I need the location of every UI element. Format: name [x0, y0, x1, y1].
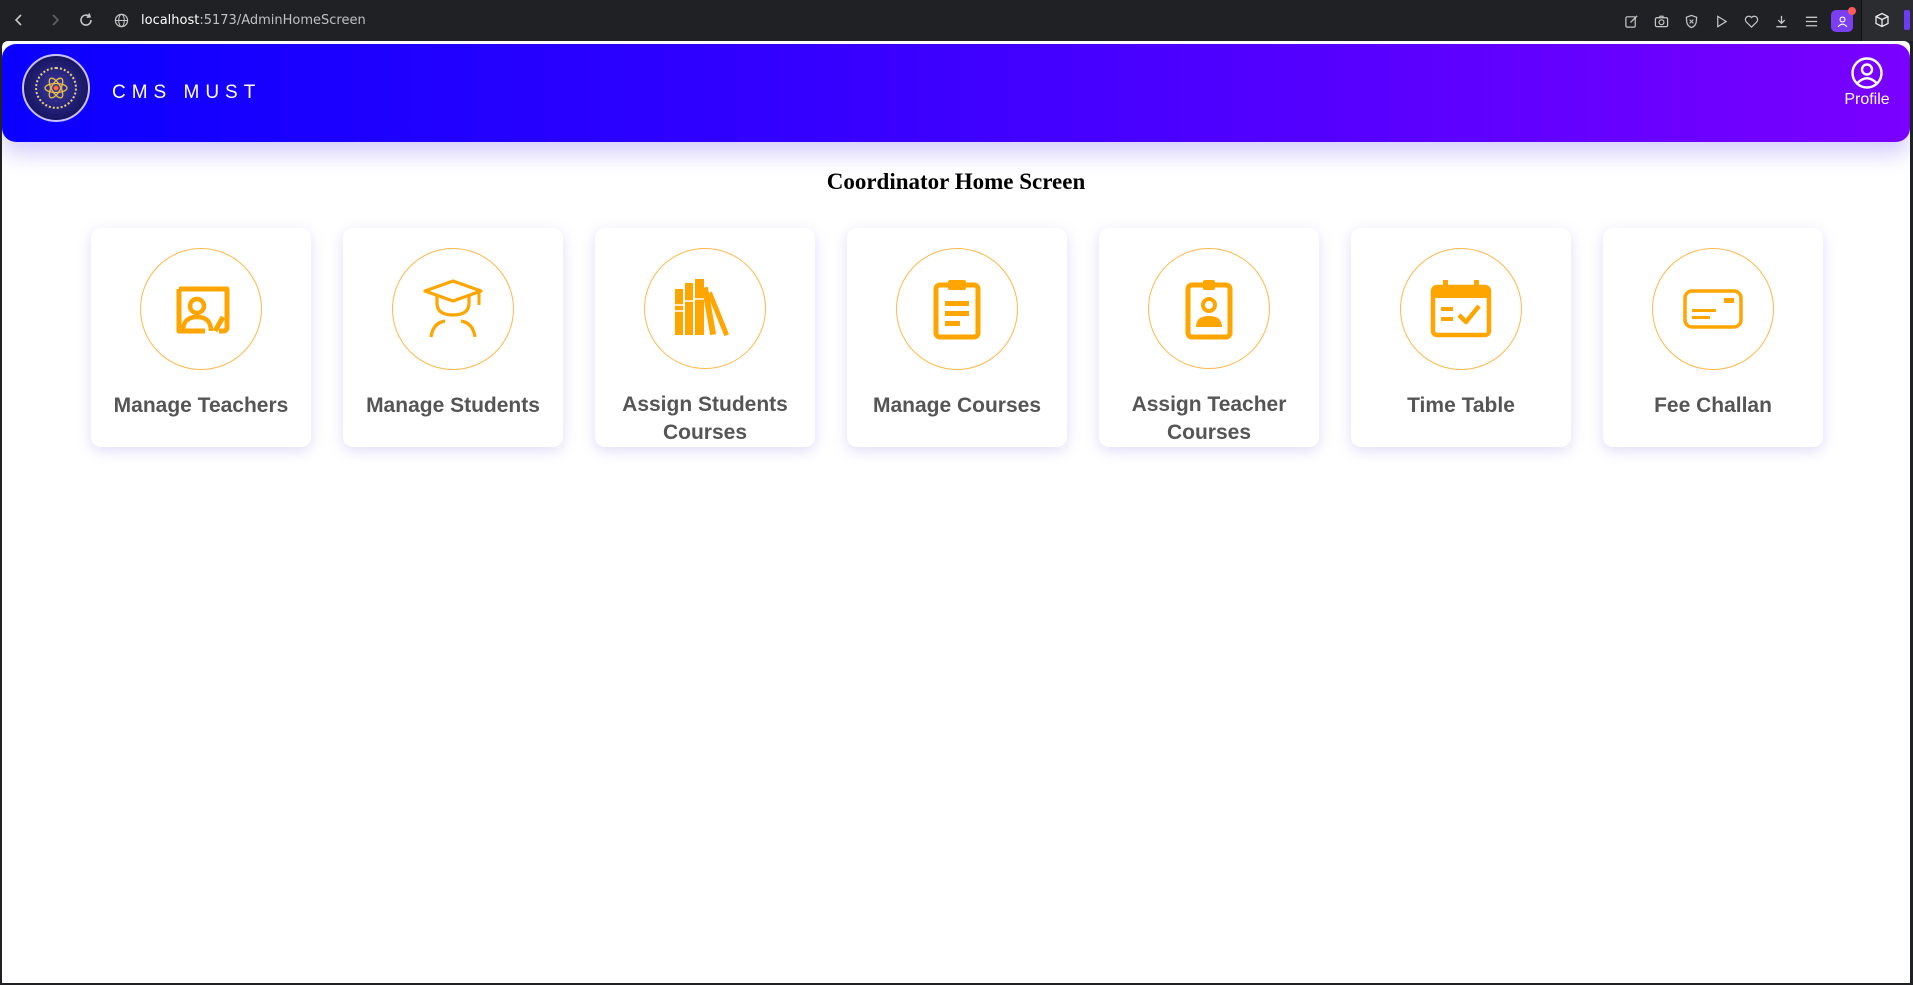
heart-icon[interactable] — [1741, 11, 1761, 31]
side-panel-indicator — [1904, 10, 1910, 30]
notification-dot — [1848, 7, 1856, 15]
student-icon — [423, 279, 483, 338]
profile-label: Profile — [1844, 91, 1890, 108]
card-label: Manage Courses — [872, 394, 1042, 417]
browser-profile-icon[interactable] — [1831, 7, 1856, 32]
dashboard-cards: Manage Teachers Manage Students Assign S… — [91, 228, 1823, 447]
address-bar[interactable]: localhost:5173/AdminHomeScreen — [114, 7, 366, 33]
books-icon — [675, 278, 730, 336]
calendar-check-icon — [1430, 280, 1492, 338]
reload-icon[interactable] — [75, 9, 97, 31]
assign-students-courses-card[interactable]: Assign Students Courses — [595, 228, 815, 447]
menu-lines-icon[interactable] — [1801, 11, 1821, 31]
edit-icon[interactable] — [1621, 11, 1641, 31]
browser-toolbar: localhost:5173/AdminHomeScreen — [0, 0, 1913, 41]
card-label: Manage Students — [366, 394, 540, 417]
icon-circle — [1148, 248, 1270, 369]
manage-students-card[interactable]: Manage Students — [343, 228, 563, 447]
app-header: CMS MUST Profile — [2, 44, 1910, 142]
icon-circle — [644, 248, 766, 369]
university-logo — [22, 54, 90, 122]
card-icon — [1683, 289, 1743, 329]
icon-circle — [896, 248, 1018, 370]
icon-circle — [140, 248, 262, 370]
forward-icon[interactable] — [44, 9, 66, 31]
clipboard-icon — [933, 280, 981, 340]
icon-circle — [1652, 248, 1774, 370]
camera-icon[interactable] — [1651, 11, 1671, 31]
url-host: localhost — [141, 12, 200, 28]
fee-challan-card[interactable]: Fee Challan — [1603, 228, 1823, 447]
back-icon[interactable] — [8, 9, 30, 31]
icon-circle — [1400, 248, 1522, 370]
play-icon[interactable] — [1711, 11, 1731, 31]
site-info-icon[interactable] — [114, 13, 129, 28]
card-label: Time Table — [1407, 394, 1515, 417]
page-viewport: CMS MUST Profile Coordinator Home Screen — [2, 41, 1910, 983]
download-icon[interactable] — [1771, 11, 1791, 31]
id-badge-icon — [1185, 279, 1233, 339]
manage-teachers-card[interactable]: Manage Teachers — [91, 228, 311, 447]
manage-courses-card[interactable]: Manage Courses — [847, 228, 1067, 447]
shield-icon[interactable] — [1681, 11, 1701, 31]
app-brand: CMS MUST — [112, 82, 262, 103]
user-circle-icon — [1851, 57, 1883, 89]
card-label: Assign Students Courses — [622, 393, 788, 444]
url-text: localhost:5173/AdminHomeScreen — [141, 13, 366, 28]
extensions-icon[interactable] — [1871, 9, 1893, 31]
extensions-area — [1861, 0, 1913, 41]
card-label: Fee Challan — [1654, 394, 1772, 417]
url-path: :5173/AdminHomeScreen — [199, 12, 366, 28]
icon-circle — [392, 248, 514, 370]
atom-emblem-icon — [35, 67, 77, 109]
card-label: Manage Teachers — [113, 394, 289, 417]
page-title: Coordinator Home Screen — [826, 169, 1086, 194]
profile-button[interactable]: Profile — [1842, 56, 1892, 109]
browser-tools — [1621, 7, 1856, 32]
card-label: Assign Teacher Courses — [1131, 393, 1287, 444]
assign-teacher-courses-card[interactable]: Assign Teacher Courses — [1099, 228, 1319, 447]
time-table-card[interactable]: Time Table — [1351, 228, 1571, 447]
teacher-icon — [176, 286, 230, 334]
